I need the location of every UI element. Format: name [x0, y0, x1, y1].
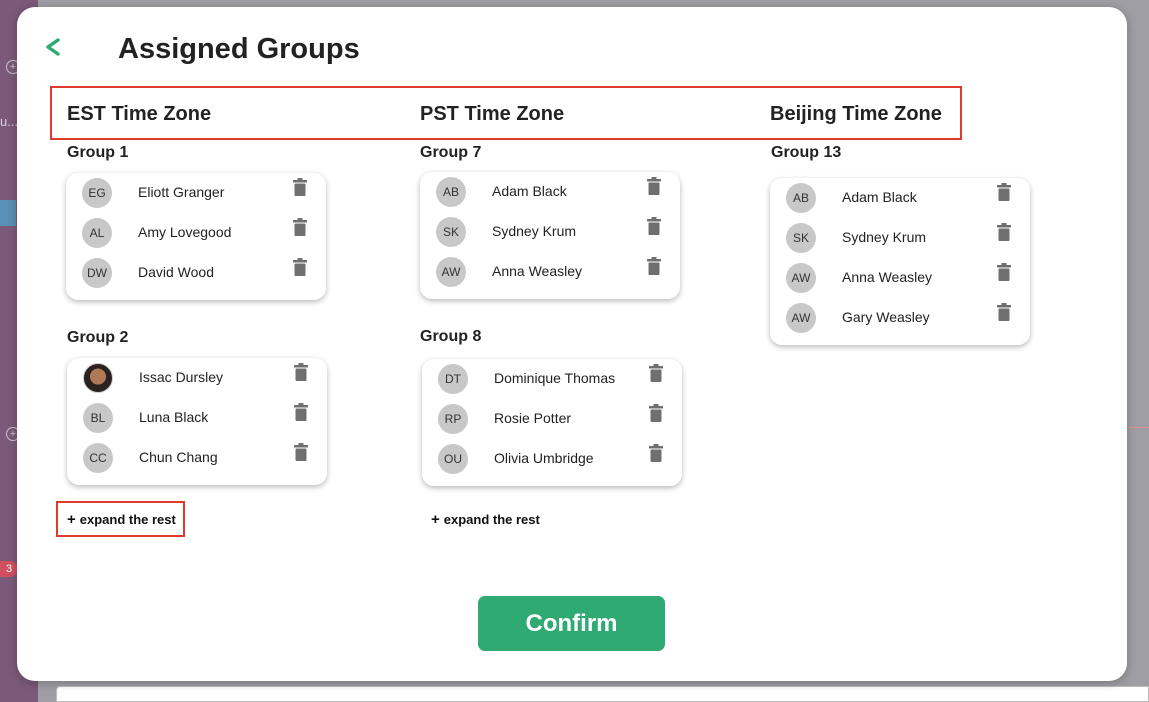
list-item: SK Sydney Krum — [420, 212, 680, 252]
list-item: EG Eliott Granger — [66, 173, 326, 213]
zone-label-pst: PST Time Zone — [420, 103, 565, 125]
trash-icon[interactable] — [293, 402, 309, 422]
group-card: EG Eliott Granger AL Amy Lovegood DW Dav… — [66, 173, 326, 300]
avatar-photo — [83, 363, 113, 393]
trash-icon[interactable] — [648, 403, 664, 423]
list-item: AB Adam Black — [770, 178, 1030, 218]
trash-icon[interactable] — [646, 176, 662, 196]
list-item: AW Anna Weasley — [770, 258, 1030, 298]
avatar: EG — [82, 178, 112, 208]
member-name: Chun Chang — [139, 449, 218, 465]
zone-label-beijing: Beijing Time Zone — [770, 103, 942, 125]
trash-icon[interactable] — [293, 442, 309, 462]
expand-rest-link-est[interactable]: + expand the rest — [67, 511, 176, 528]
member-name: Gary Weasley — [842, 309, 930, 325]
list-item: Issac Dursley — [67, 358, 327, 398]
confirm-button[interactable]: Confirm — [478, 596, 665, 651]
group-title: Group 8 — [420, 328, 482, 345]
avatar: SK — [786, 223, 816, 253]
list-item: OU Olivia Umbridge — [422, 439, 682, 479]
trash-icon[interactable] — [293, 362, 309, 382]
member-name: Dominique Thomas — [494, 370, 616, 386]
trash-icon[interactable] — [648, 443, 664, 463]
member-name: Anna Weasley — [492, 263, 583, 279]
trash-icon[interactable] — [996, 222, 1012, 242]
background-input-bar — [56, 686, 1149, 702]
avatar: AL — [82, 218, 112, 248]
avatar: RP — [438, 404, 468, 434]
list-item: AW Anna Weasley — [420, 252, 680, 292]
avatar: AB — [786, 183, 816, 213]
avatar: AW — [786, 303, 816, 333]
list-item: SK Sydney Krum — [770, 218, 1030, 258]
group-title: Group 7 — [420, 144, 482, 161]
list-item: CC Chun Chang — [67, 438, 327, 478]
group-title: Group 2 — [67, 329, 129, 346]
trash-icon[interactable] — [648, 363, 664, 383]
member-name: Adam Black — [842, 189, 917, 205]
zone-label-est: EST Time Zone — [67, 103, 212, 125]
member-name: Sydney Krum — [492, 223, 577, 239]
expand-label: expand the rest — [79, 512, 176, 527]
trash-icon[interactable] — [292, 177, 308, 197]
member-name: Rosie Potter — [494, 410, 572, 426]
group-card: AB Adam Black SK Sydney Krum AW Anna Wea… — [770, 178, 1030, 345]
avatar: BL — [83, 403, 113, 433]
group-card: Issac Dursley BL Luna Black CC Chun Chan… — [67, 358, 327, 485]
trash-icon[interactable] — [292, 217, 308, 237]
background-divider — [1128, 427, 1149, 428]
list-item: DW David Wood — [66, 253, 326, 293]
list-item: AL Amy Lovegood — [66, 213, 326, 253]
member-name: Luna Black — [139, 409, 209, 425]
group-card: DT Dominique Thomas RP Rosie Potter OU O… — [422, 359, 682, 486]
truncated-label: u... — [0, 114, 19, 129]
trash-icon[interactable] — [646, 256, 662, 276]
member-name: Adam Black — [492, 183, 567, 199]
selected-indicator — [0, 200, 16, 226]
member-name: David Wood — [138, 264, 215, 280]
group-title: Group 13 — [771, 144, 842, 161]
trash-icon[interactable] — [996, 262, 1012, 282]
list-item: AB Adam Black — [420, 172, 680, 212]
avatar: CC — [83, 443, 113, 473]
avatar: SK — [436, 217, 466, 247]
avatar: AW — [786, 263, 816, 293]
avatar: DW — [82, 258, 112, 288]
plus-icon: + — [67, 511, 76, 528]
avatar: DT — [438, 364, 468, 394]
back-arrow-icon[interactable] — [41, 33, 65, 61]
list-item: DT Dominique Thomas — [422, 359, 682, 399]
avatar: AB — [436, 177, 466, 207]
avatar: AW — [436, 257, 466, 287]
trash-icon[interactable] — [996, 302, 1012, 322]
member-name: Issac Dursley — [139, 369, 224, 385]
list-item: AW Gary Weasley — [770, 298, 1030, 338]
member-name: Olivia Umbridge — [494, 450, 594, 466]
list-item: RP Rosie Potter — [422, 399, 682, 439]
member-name: Anna Weasley — [842, 269, 933, 285]
assigned-groups-modal: Assigned Groups EST Time Zone PST Time Z… — [17, 7, 1127, 681]
notification-badge: 3 — [0, 561, 18, 577]
trash-icon[interactable] — [292, 257, 308, 277]
trash-icon[interactable] — [646, 216, 662, 236]
group-title: Group 1 — [67, 144, 129, 161]
plus-icon: + — [431, 511, 440, 528]
modal-title: Assigned Groups — [118, 33, 360, 65]
expand-label: expand the rest — [443, 512, 540, 527]
member-name: Sydney Krum — [842, 229, 927, 245]
list-item: BL Luna Black — [67, 398, 327, 438]
expand-rest-link-pst[interactable]: + expand the rest — [431, 511, 540, 528]
member-name: Eliott Granger — [138, 184, 225, 200]
avatar: OU — [438, 444, 468, 474]
member-name: Amy Lovegood — [138, 224, 232, 240]
group-card: AB Adam Black SK Sydney Krum AW Anna Wea… — [420, 172, 680, 299]
trash-icon[interactable] — [996, 182, 1012, 202]
